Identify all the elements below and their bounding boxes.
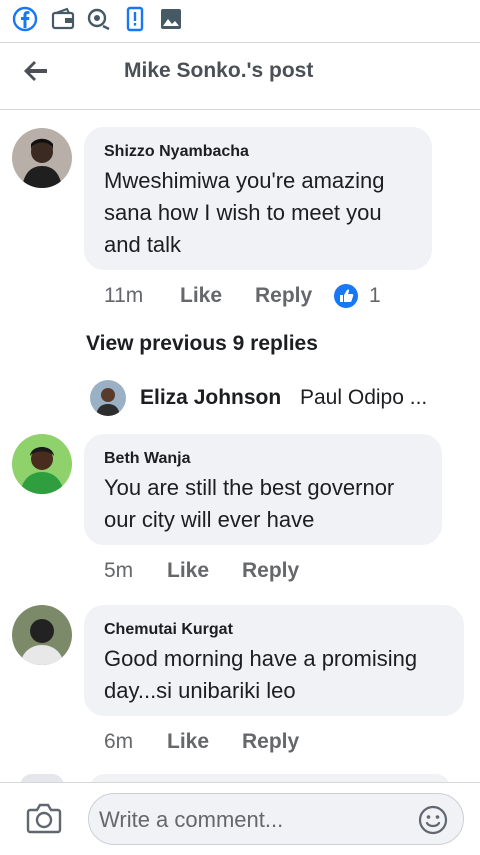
like-button[interactable]: Like	[167, 559, 209, 583]
page-title: Mike Sonko.'s post	[124, 59, 314, 82]
comment-time: 5m	[104, 559, 134, 582]
wallet-icon	[51, 7, 75, 30]
view-previous-replies-link[interactable]: View previous 9 replies	[86, 332, 318, 356]
like-button[interactable]: Like	[180, 284, 222, 308]
comment-time: 11m	[104, 284, 144, 307]
comment-bubble[interactable]: Beth Wanja You are still the best govern…	[84, 434, 442, 545]
comment-author[interactable]: Shizzo Nyambacha	[104, 143, 249, 161]
reaction-count: 1	[369, 284, 381, 307]
reply-author: Eliza Johnson	[140, 386, 282, 409]
location-icon	[87, 8, 110, 31]
avatar-beth[interactable]	[12, 434, 72, 494]
comment-author[interactable]: Chemutai Kurgat	[104, 621, 233, 639]
reply-button[interactable]: Reply	[242, 730, 299, 754]
reply-snippet: Paul Odipo ...	[300, 386, 428, 409]
comment-author[interactable]: Beth Wanja	[104, 450, 191, 468]
comment-time: 6m	[104, 730, 134, 753]
comment-composer	[0, 782, 480, 855]
avatar-eliza	[90, 380, 126, 416]
post-header: Mike Sonko.'s post	[0, 42, 480, 110]
avatar-shizzo[interactable]	[12, 128, 72, 188]
back-arrow-icon[interactable]	[20, 55, 52, 87]
status-bar	[0, 0, 480, 36]
reply-button[interactable]: Reply	[242, 559, 299, 583]
emoji-icon[interactable]	[417, 804, 449, 836]
sim-alert-icon	[126, 6, 144, 32]
comment-input[interactable]	[97, 804, 401, 836]
gallery-icon	[161, 9, 181, 29]
like-button[interactable]: Like	[167, 730, 209, 754]
camera-icon[interactable]	[26, 801, 62, 835]
reply-button[interactable]: Reply	[255, 284, 312, 308]
comment-text: Mweshimiwa you're amazing sana how I wis…	[104, 168, 385, 257]
like-reaction-icon[interactable]	[333, 283, 359, 309]
comment-input-wrapper[interactable]	[88, 793, 464, 845]
avatar-chemutai[interactable]	[12, 605, 72, 665]
comment-text: You are still the best governor our city…	[104, 475, 395, 532]
comment-text: Good morning have a promising day...si u…	[104, 646, 418, 703]
comment-bubble[interactable]: Shizzo Nyambacha Mweshimiwa you're amazi…	[84, 127, 432, 270]
facebook-icon	[12, 6, 38, 32]
comment-bubble[interactable]: Chemutai Kurgat Good morning have a prom…	[84, 605, 464, 716]
